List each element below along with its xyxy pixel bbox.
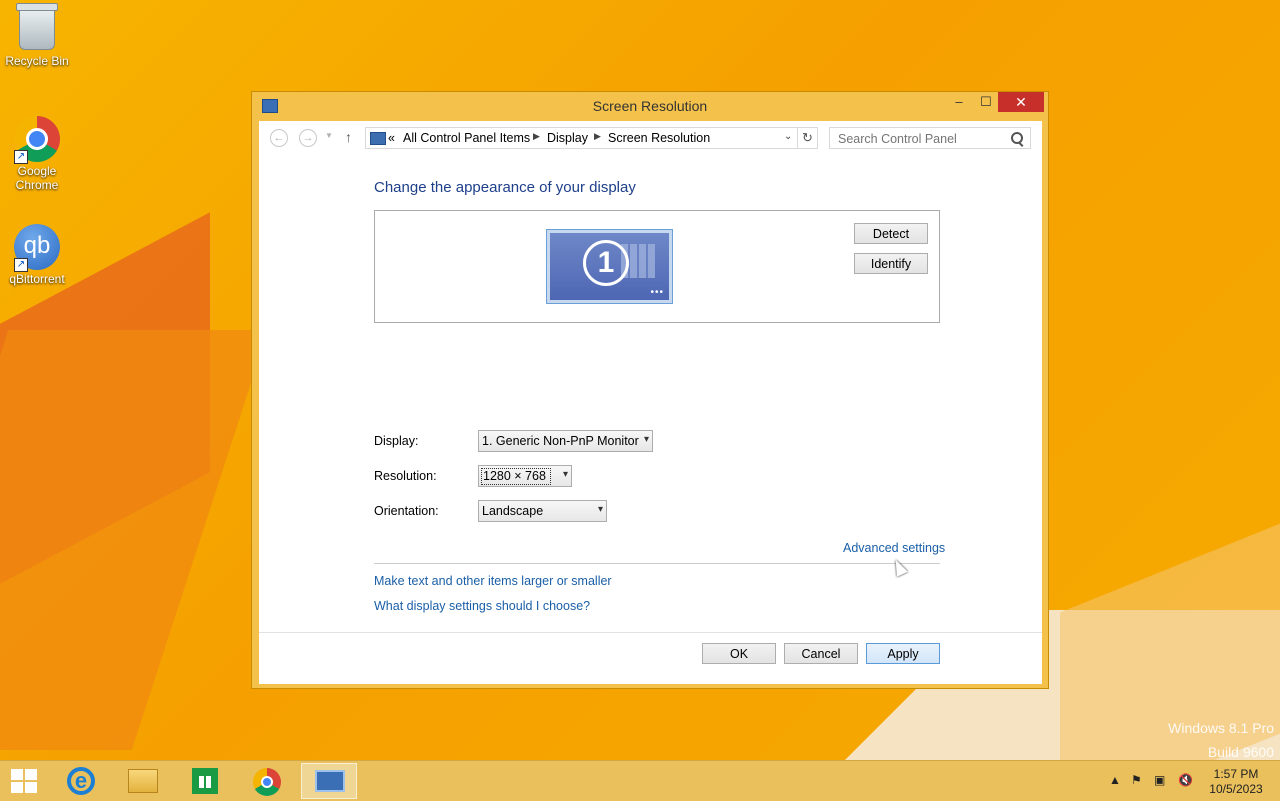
windows-logo-icon [11,769,23,780]
clock-date: 10/5/2023 [1209,782,1263,796]
desktop-icon-label: Google Chrome [15,164,59,192]
taskbar-file-explorer[interactable] [115,763,171,799]
orientation-label: Orientation: [374,504,439,518]
apply-button[interactable]: Apply [866,643,940,664]
wallpaper-shape [0,330,269,750]
recycle-bin-icon [16,3,58,50]
display-select[interactable]: 1. Generic Non-PnP Monitor ▾ [478,430,653,452]
cancel-button[interactable]: Cancel [784,643,858,664]
windows-logo-icon [25,769,37,780]
search-box [829,127,1031,149]
close-button[interactable]: ✕ [998,92,1044,112]
os-watermark: Windows 8.1 Pro Build 9600 [1168,716,1274,760]
monitor-1-thumbnail[interactable]: 1 ••• [546,229,673,304]
shortcut-arrow-icon: ↗ [14,258,28,272]
orientation-select[interactable]: Landscape ▾ [478,500,607,522]
chevron-down-icon: ▾ [643,434,649,445]
taskbar-internet-explorer[interactable]: e [53,763,109,799]
window-title: Screen Resolution [592,98,708,114]
back-icon[interactable]: ← [270,129,288,147]
search-icon[interactable] [1011,132,1023,144]
desktop-icon-recycle-bin[interactable]: Recycle Bin [2,3,72,68]
file-explorer-icon [128,769,158,793]
desktop-icon-google-chrome[interactable]: ↗ Google Chrome [2,116,72,192]
display-preview-panel: 1 ••• Detect Identify [374,210,940,323]
screen-resolution-window: Screen Resolution – ☐ ✕ ← → ▼ ↑ « All Co… [251,91,1049,689]
windows-logo-icon [11,782,23,793]
search-input[interactable] [836,129,1010,149]
taskbar-google-chrome[interactable] [239,763,295,799]
breadcrumb-screen-resolution[interactable]: Screen Resolution [608,131,710,145]
monitor-dots-graphic: ••• [650,287,664,298]
show-hidden-icons-icon[interactable]: ▲ [1109,773,1121,787]
display-label: Display: [374,434,419,448]
address-dropdown-icon[interactable]: ⌄ [784,131,792,142]
windows-logo-icon [25,782,37,793]
display-settings-icon [315,770,345,792]
footer-divider [259,632,1042,633]
watermark-build: Build 9600 [1207,744,1274,760]
watermark-edition: Windows 8.1 Pro [1168,720,1274,736]
taskbar-screen-resolution[interactable] [301,763,357,799]
internet-explorer-icon: e [67,767,95,795]
forward-icon[interactable]: → [299,129,317,147]
breadcrumb[interactable]: « All Control Panel Items ▶ Display ▶ Sc… [365,127,798,149]
display-select-value: 1. Generic Non-PnP Monitor [482,434,639,448]
recent-locations-dropdown-icon[interactable]: ▼ [325,131,333,140]
action-center-flag-icon[interactable]: ⚑ [1131,773,1142,787]
desktop-icon-label: Recycle Bin [5,54,69,68]
resolution-select-value: 1280 × 768 [481,468,551,485]
breadcrumb-overflow[interactable]: « [388,131,395,145]
identify-button[interactable]: Identify [854,253,928,274]
chrome-icon [253,768,281,796]
volume-muted-icon[interactable]: 🔇 [1178,773,1193,787]
minimize-button[interactable]: – [946,92,972,112]
chevron-down-icon: ▾ [597,504,603,515]
address-toolbar: ← → ▼ ↑ « All Control Panel Items ▶ Disp… [259,121,1042,157]
start-button[interactable] [10,768,38,794]
shortcut-arrow-icon: ↗ [14,150,28,164]
page-title: Change the appearance of your display [374,179,636,196]
chevron-down-icon: ▾ [562,469,568,480]
detect-button[interactable]: Detect [854,223,928,244]
advanced-settings-link[interactable]: Advanced settings [843,541,945,555]
text-size-link[interactable]: Make text and other items larger or smal… [374,574,612,588]
display-settings-help-link[interactable]: What display settings should I choose? [374,599,590,613]
title-bar[interactable]: Screen Resolution – ☐ ✕ [252,92,1048,120]
desktop-icon-label: qBittorrent [9,272,65,286]
refresh-icon[interactable]: ↻ [798,127,818,149]
taskbar-store[interactable] [177,763,233,799]
resolution-select[interactable]: 1280 × 768 ▾ [478,465,572,487]
breadcrumb-display[interactable]: Display [547,131,588,145]
taskbar: e ▲ ⚑ ▣ 🔇 1:57 PM 10/5/2023 [0,760,1280,801]
monitor-number: 1 [583,240,629,286]
clock-time: 1:57 PM [1213,767,1259,781]
main-content: Change the appearance of your display 1 … [259,157,1042,684]
breadcrumb-all-control-panel-items[interactable]: All Control Panel Items [403,131,530,145]
desktop-icon-qbittorrent[interactable]: qb ↗ qBittorrent [2,224,72,286]
control-panel-icon [370,132,386,145]
up-arrow-icon[interactable]: ↑ [345,129,352,145]
breadcrumb-separator-icon[interactable]: ▶ [533,131,540,142]
store-icon [192,768,218,794]
ok-button[interactable]: OK [702,643,776,664]
maximize-button[interactable]: ☐ [973,92,999,112]
divider [374,563,940,564]
orientation-select-value: Landscape [482,504,544,518]
resolution-label: Resolution: [374,469,437,483]
network-icon[interactable]: ▣ [1154,773,1165,787]
clock[interactable]: 1:57 PM 10/5/2023 [1206,767,1266,797]
breadcrumb-separator-icon[interactable]: ▶ [594,131,601,142]
